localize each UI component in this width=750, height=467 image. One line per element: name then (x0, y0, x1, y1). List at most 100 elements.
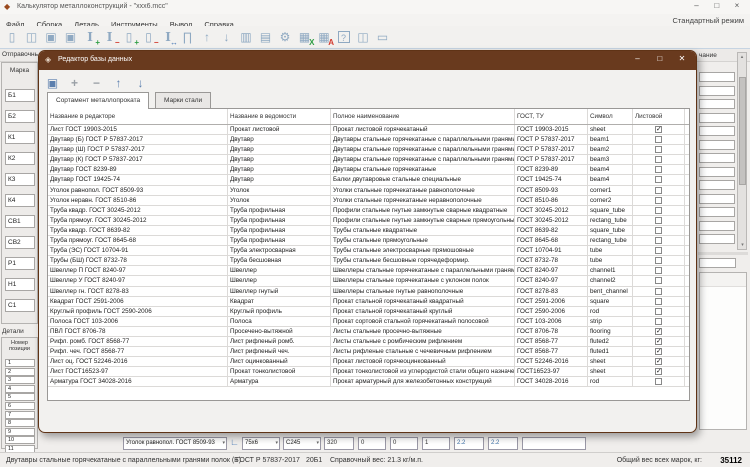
note-field-13[interactable] (699, 234, 735, 244)
sheet-checkbox[interactable] (655, 247, 662, 254)
mark-field-СВ1[interactable]: СВ1 (5, 215, 35, 228)
report-window-icon[interactable]: ◫ (354, 28, 372, 46)
edit-field-3[interactable]: 0 (390, 437, 418, 450)
mark-field-Н1[interactable]: Н1 (5, 278, 35, 291)
sheet-checkbox[interactable]: ✓ (655, 328, 662, 335)
table-row[interactable]: ПВЛ ГОСТ 8706-78Просечено-вытяжнойЛисты … (48, 327, 689, 337)
autocad-export-icon[interactable]: ▦A (315, 28, 333, 46)
note-field-11[interactable] (699, 207, 735, 217)
sheet-checkbox[interactable] (655, 217, 662, 224)
mark-field-СВ2[interactable]: СВ2 (5, 236, 35, 249)
sheet-checkbox[interactable] (655, 176, 662, 183)
sheet-checkbox[interactable] (655, 166, 662, 173)
table-row[interactable]: Арматура ГОСТ 34028-2016АрматураПрокат а… (48, 377, 689, 387)
add-detail-icon[interactable]: ▯+ (120, 28, 138, 46)
save-icon[interactable]: ▣ (42, 28, 60, 46)
size-combo[interactable]: 75x6▾ (242, 437, 280, 450)
close-icon[interactable]: × (728, 1, 746, 10)
note-field-5[interactable] (699, 126, 735, 136)
note-field-1[interactable] (699, 72, 735, 82)
remove-row-icon[interactable]: − (88, 74, 105, 91)
position-field-2[interactable]: 2 (5, 368, 35, 376)
sheet-checkbox[interactable] (655, 288, 662, 295)
sheet-checkbox[interactable] (655, 318, 662, 325)
row-up-icon[interactable]: ↑ (110, 74, 127, 91)
table-row[interactable]: Уголок равнопол. ГОСТ 8509-93УголокУголк… (48, 186, 689, 196)
table-row[interactable]: Рифл. ромб. ГОСТ 8568-77Лист рифленый ро… (48, 337, 689, 347)
save-db-icon[interactable]: ▣ (44, 74, 61, 91)
table-row[interactable]: Круглый профиль ГОСТ 2590-2006Круглый пр… (48, 307, 689, 317)
position-field-5[interactable]: 5 (5, 393, 35, 401)
position-field-9[interactable]: 9 (5, 428, 35, 436)
sheet-checkbox[interactable] (655, 156, 662, 163)
table-row[interactable]: Швеллер гн. ГОСТ 8278-83Швеллер гнутыйШв… (48, 287, 689, 297)
remove-mark-icon[interactable]: I− (101, 28, 119, 46)
row-down-icon[interactable]: ↓ (132, 74, 149, 91)
edit-field-2[interactable]: 0 (358, 437, 386, 450)
sheet-checkbox[interactable] (655, 308, 662, 315)
remove-detail-icon[interactable]: ▯− (140, 28, 158, 46)
table-row[interactable]: Уголок неравн. ГОСТ 8510-86УголокУголки … (48, 196, 689, 206)
sheet-checkbox[interactable]: ✓ (655, 358, 662, 365)
add-row-icon[interactable]: + (66, 74, 83, 91)
list-view-icon[interactable]: ▤ (257, 28, 275, 46)
scroll-down-icon[interactable]: ▾ (738, 241, 747, 249)
sheet-checkbox[interactable] (655, 146, 662, 153)
note-field-7[interactable] (699, 153, 735, 163)
table-row[interactable]: Труба квадр. ГОСТ 8639-82Труба профильна… (48, 226, 689, 236)
note-field-10[interactable] (699, 194, 735, 204)
connection-icon[interactable]: ∏ (179, 28, 197, 46)
position-field-6[interactable]: 6 (5, 402, 35, 410)
position-field-1[interactable]: 1 (5, 359, 35, 367)
tab-2[interactable]: Марки стали (155, 92, 211, 108)
table-row[interactable]: Двутавр (Б) ГОСТ Р 57837-2017ДвутаврДвут… (48, 135, 689, 145)
table-row[interactable]: Полоса ГОСТ 103-2006ПолосаПрокат сортово… (48, 317, 689, 327)
minimize-icon[interactable]: – (688, 1, 706, 10)
position-field-8[interactable]: 8 (5, 419, 35, 427)
sheet-checkbox[interactable]: ✓ (655, 348, 662, 355)
key-icon[interactable]: ▭ (374, 28, 392, 46)
mark-field-К4[interactable]: К4 (5, 194, 35, 207)
mark-field-К2[interactable]: К2 (5, 152, 35, 165)
mark-field-Б1[interactable]: Б1 (5, 89, 35, 102)
sheet-checkbox[interactable] (655, 378, 662, 385)
table-row[interactable]: Лист ГОСТ 19903-2015Прокат листовойПрока… (48, 125, 689, 135)
table-row[interactable]: Швеллер П ГОСТ 8240-97ШвеллерШвеллеры ст… (48, 266, 689, 276)
sheet-checkbox[interactable]: ✓ (655, 368, 662, 375)
move-up-icon[interactable]: ↑ (198, 28, 216, 46)
open-document-icon[interactable]: ◫ (23, 28, 41, 46)
table-row[interactable]: Двутавр ГОСТ 19425-74ДвутаврБалки двутав… (48, 175, 689, 185)
table-row[interactable]: Швеллер У ГОСТ 8240-97ШвеллерШвеллеры ст… (48, 276, 689, 286)
vertical-scrollbar[interactable]: ▴ ▾ (737, 52, 747, 250)
table-row[interactable]: Лист ГОСТ16523-97Прокат тонколистовойПро… (48, 367, 689, 377)
table-row[interactable]: Трубы (БШ) ГОСТ 8732-78Труба бесшовнаяТр… (48, 256, 689, 266)
note-field-8[interactable] (699, 167, 735, 177)
sheet-checkbox[interactable] (655, 197, 662, 204)
sheet-checkbox[interactable] (655, 257, 662, 264)
mark-field-К3[interactable]: К3 (5, 173, 35, 186)
mark-field-Р1[interactable]: Р1 (5, 257, 35, 270)
scroll-up-icon[interactable]: ▴ (738, 53, 746, 61)
steel-grade-combo[interactable]: С245▾ (283, 437, 321, 450)
settings-gear-icon[interactable]: ⚙ (276, 28, 294, 46)
table-row[interactable]: Двутавр (Ш) ГОСТ Р 57837-2017ДвутаврДвут… (48, 145, 689, 155)
sheet-checkbox[interactable] (655, 136, 662, 143)
tab-1[interactable]: Сортамент металлопроката (47, 92, 149, 109)
ms-excel-export-icon[interactable]: ▦X (296, 28, 314, 46)
sheet-checkbox[interactable] (655, 207, 662, 214)
sheet-checkbox[interactable]: ✓ (655, 126, 662, 133)
table-row[interactable]: Труба (ЭС) ГОСТ 10704-91Труба электросва… (48, 246, 689, 256)
position-field-3[interactable]: 3 (5, 376, 35, 384)
sheet-checkbox[interactable] (655, 237, 662, 244)
maximize-icon[interactable]: □ (708, 1, 726, 10)
sheet-checkbox[interactable]: ✓ (655, 338, 662, 345)
edit-field-6[interactable]: 2.2 (488, 437, 518, 450)
resize-mark-icon[interactable]: I↔ (159, 28, 177, 46)
table-row[interactable]: Рифл. чеч. ГОСТ 8568-77Лист рифленый чеч… (48, 347, 689, 357)
position-field-10[interactable]: 10 (5, 436, 35, 444)
scroll-thumb[interactable] (739, 77, 746, 185)
note-field-2[interactable] (699, 86, 735, 96)
edit-field-7[interactable] (522, 437, 586, 450)
table-row[interactable]: Лист оц. ГОСТ 52246-2016Лист оцинкованны… (48, 357, 689, 367)
note-extra-field[interactable] (699, 258, 736, 268)
